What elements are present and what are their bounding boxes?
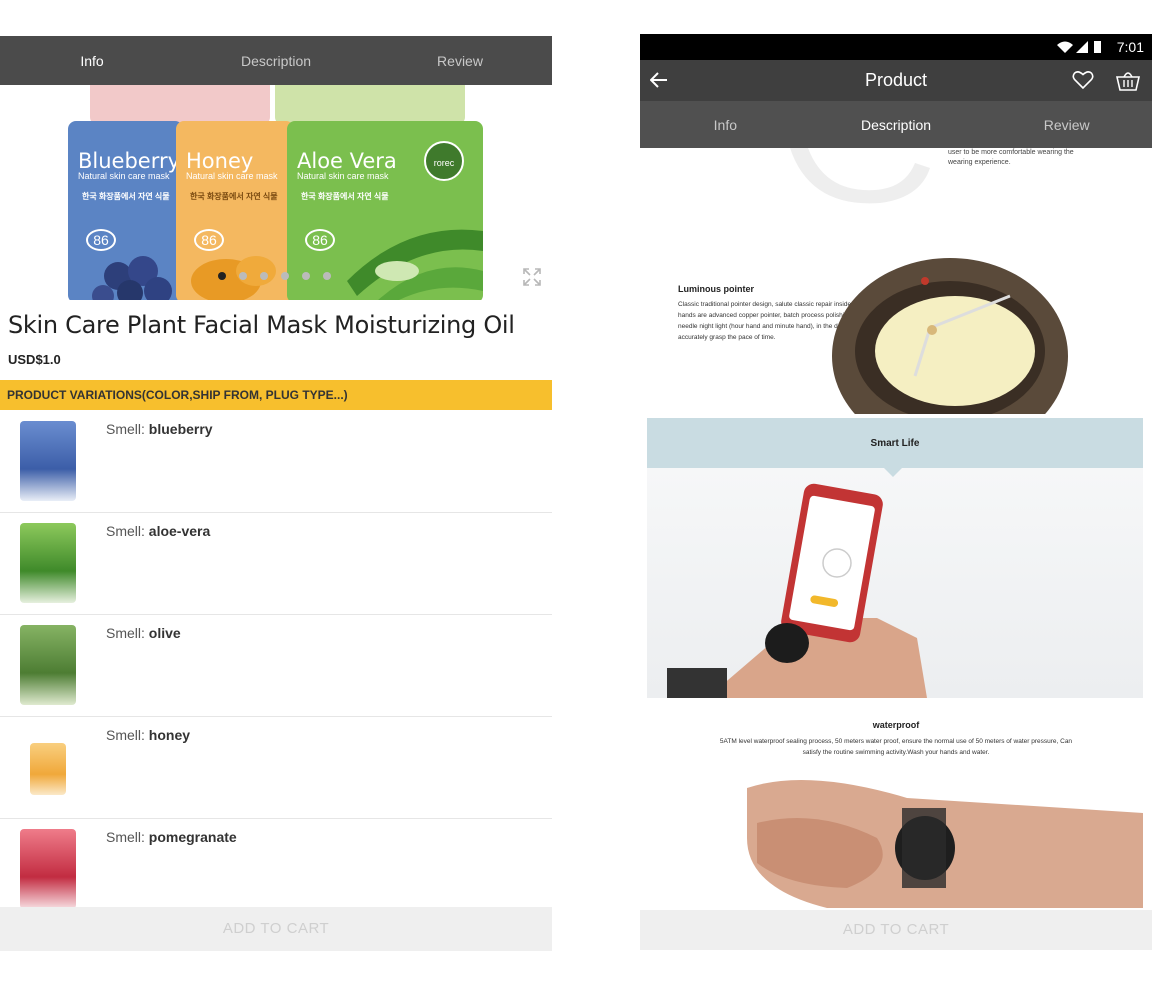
tab-info[interactable]: Info (640, 117, 811, 133)
smart-life-pointer (884, 468, 902, 477)
smart-life-title: Smart Life (870, 438, 920, 449)
gallery-pack-top-left (90, 85, 270, 125)
variation-item-aloe-vera[interactable]: Smell: aloe-vera (0, 513, 552, 615)
tab-review[interactable]: Review (368, 53, 552, 69)
variation-thumbnail (30, 743, 66, 795)
variation-thumbnail (20, 829, 76, 909)
expand-icon[interactable] (522, 267, 542, 287)
signal-icon (1076, 41, 1088, 53)
product-price: USD$1.0 (8, 352, 61, 367)
wifi-icon (1057, 41, 1073, 53)
pack-name: Aloe Vera (297, 149, 397, 173)
variation-item-pomegranate[interactable]: Smell: pomegranate (0, 819, 552, 921)
luminous-pointer-title: Luminous pointer (678, 284, 754, 294)
product-variations-header[interactable]: PRODUCT VARIATIONS(COLOR,SHIP FROM, PLUG… (0, 380, 552, 410)
description-top-text: user to be more comfortable wearing the … (948, 149, 1074, 166)
waterproof-text: 5ATM level waterproof sealing process, 5… (719, 738, 1073, 756)
battery-icon (1094, 41, 1101, 53)
pagination-dot[interactable] (323, 272, 331, 280)
variation-thumbnail (20, 523, 76, 603)
pagination-dot[interactable] (218, 272, 226, 280)
hands-washing-image (747, 780, 1143, 908)
pack-subtitle: Natural skin care mask (186, 171, 278, 181)
variation-label: Smell: pomegranate (106, 829, 237, 845)
pack-badge: 86 (305, 229, 335, 251)
status-icons (1057, 41, 1101, 53)
description-content[interactable]: user to be more comfortable wearing the … (640, 148, 1152, 908)
gallery-pagination[interactable] (218, 272, 331, 280)
tab-bar: Info Description Review (640, 101, 1152, 148)
variation-item-blueberry[interactable]: Smell: blueberry (0, 411, 552, 513)
product-title: Skin Care Plant Facial Mask Moisturizing… (8, 311, 515, 339)
brand-badge: rorec (424, 141, 464, 181)
pack-subtitle: Natural skin care mask (297, 171, 389, 181)
product-image-gallery[interactable]: Blueberry Natural skin care mask 한국 화장품에… (0, 85, 552, 300)
phone-in-hand-image (667, 483, 927, 698)
variation-list: Smell: blueberry Smell: aloe-vera Smell:… (0, 411, 552, 921)
pagination-dot[interactable] (281, 272, 289, 280)
waterproof-title: waterproof (872, 720, 920, 730)
pack-korean-text: 한국 화장품에서 자연 식물 (190, 192, 278, 201)
tab-description[interactable]: Description (184, 53, 368, 69)
gallery-pack-top-right (275, 85, 465, 125)
honey-photo (191, 256, 276, 300)
watch-strap-image (790, 148, 930, 204)
status-bar: 7:01 (640, 34, 1152, 60)
tab-description[interactable]: Description (811, 117, 982, 133)
pack-subtitle: Natural skin care mask (78, 171, 170, 181)
add-to-cart-button[interactable]: ADD TO CART (0, 907, 552, 951)
pagination-dot[interactable] (302, 272, 310, 280)
variation-label: Smell: aloe-vera (106, 523, 211, 539)
gallery-pack-blueberry: Blueberry Natural skin care mask 한국 화장품에… (68, 121, 183, 300)
heart-icon[interactable] (1072, 70, 1094, 90)
tab-info[interactable]: Info (0, 53, 184, 69)
pack-name: Honey (186, 149, 254, 173)
pagination-dot[interactable] (260, 272, 268, 280)
variation-label: Smell: honey (106, 727, 191, 743)
pack-korean-text: 한국 화장품에서 자연 식물 (82, 192, 170, 201)
product-description-screen: 7:01 Product Info Description Review use… (640, 34, 1152, 950)
add-to-cart-button[interactable]: ADD TO CART (640, 910, 1152, 950)
variation-item-honey[interactable]: Smell: honey (0, 717, 552, 819)
variation-thumbnail (20, 421, 76, 501)
smart-life-photo (647, 468, 1143, 698)
pagination-dot[interactable] (239, 272, 247, 280)
status-time: 7:01 (1116, 39, 1144, 55)
tab-review[interactable]: Review (981, 117, 1152, 133)
smart-life-banner: Smart Life (647, 418, 1143, 468)
blueberry-photo (92, 256, 172, 300)
waterproof-photo (647, 768, 1143, 908)
aloe-photo (347, 229, 483, 300)
variation-thumbnail (20, 625, 76, 705)
app-bar: Product (640, 60, 1152, 101)
variation-label: Smell: olive (106, 625, 181, 641)
watch-face-image (832, 258, 1068, 414)
variation-label: Smell: blueberry (106, 421, 213, 437)
pack-name: Blueberry (78, 149, 181, 173)
product-info-screen: Info Description Review Blueberry Natura… (0, 36, 552, 951)
variation-item-olive[interactable]: Smell: olive (0, 615, 552, 717)
basket-icon[interactable] (1116, 68, 1140, 92)
tab-bar: Info Description Review (0, 36, 552, 85)
